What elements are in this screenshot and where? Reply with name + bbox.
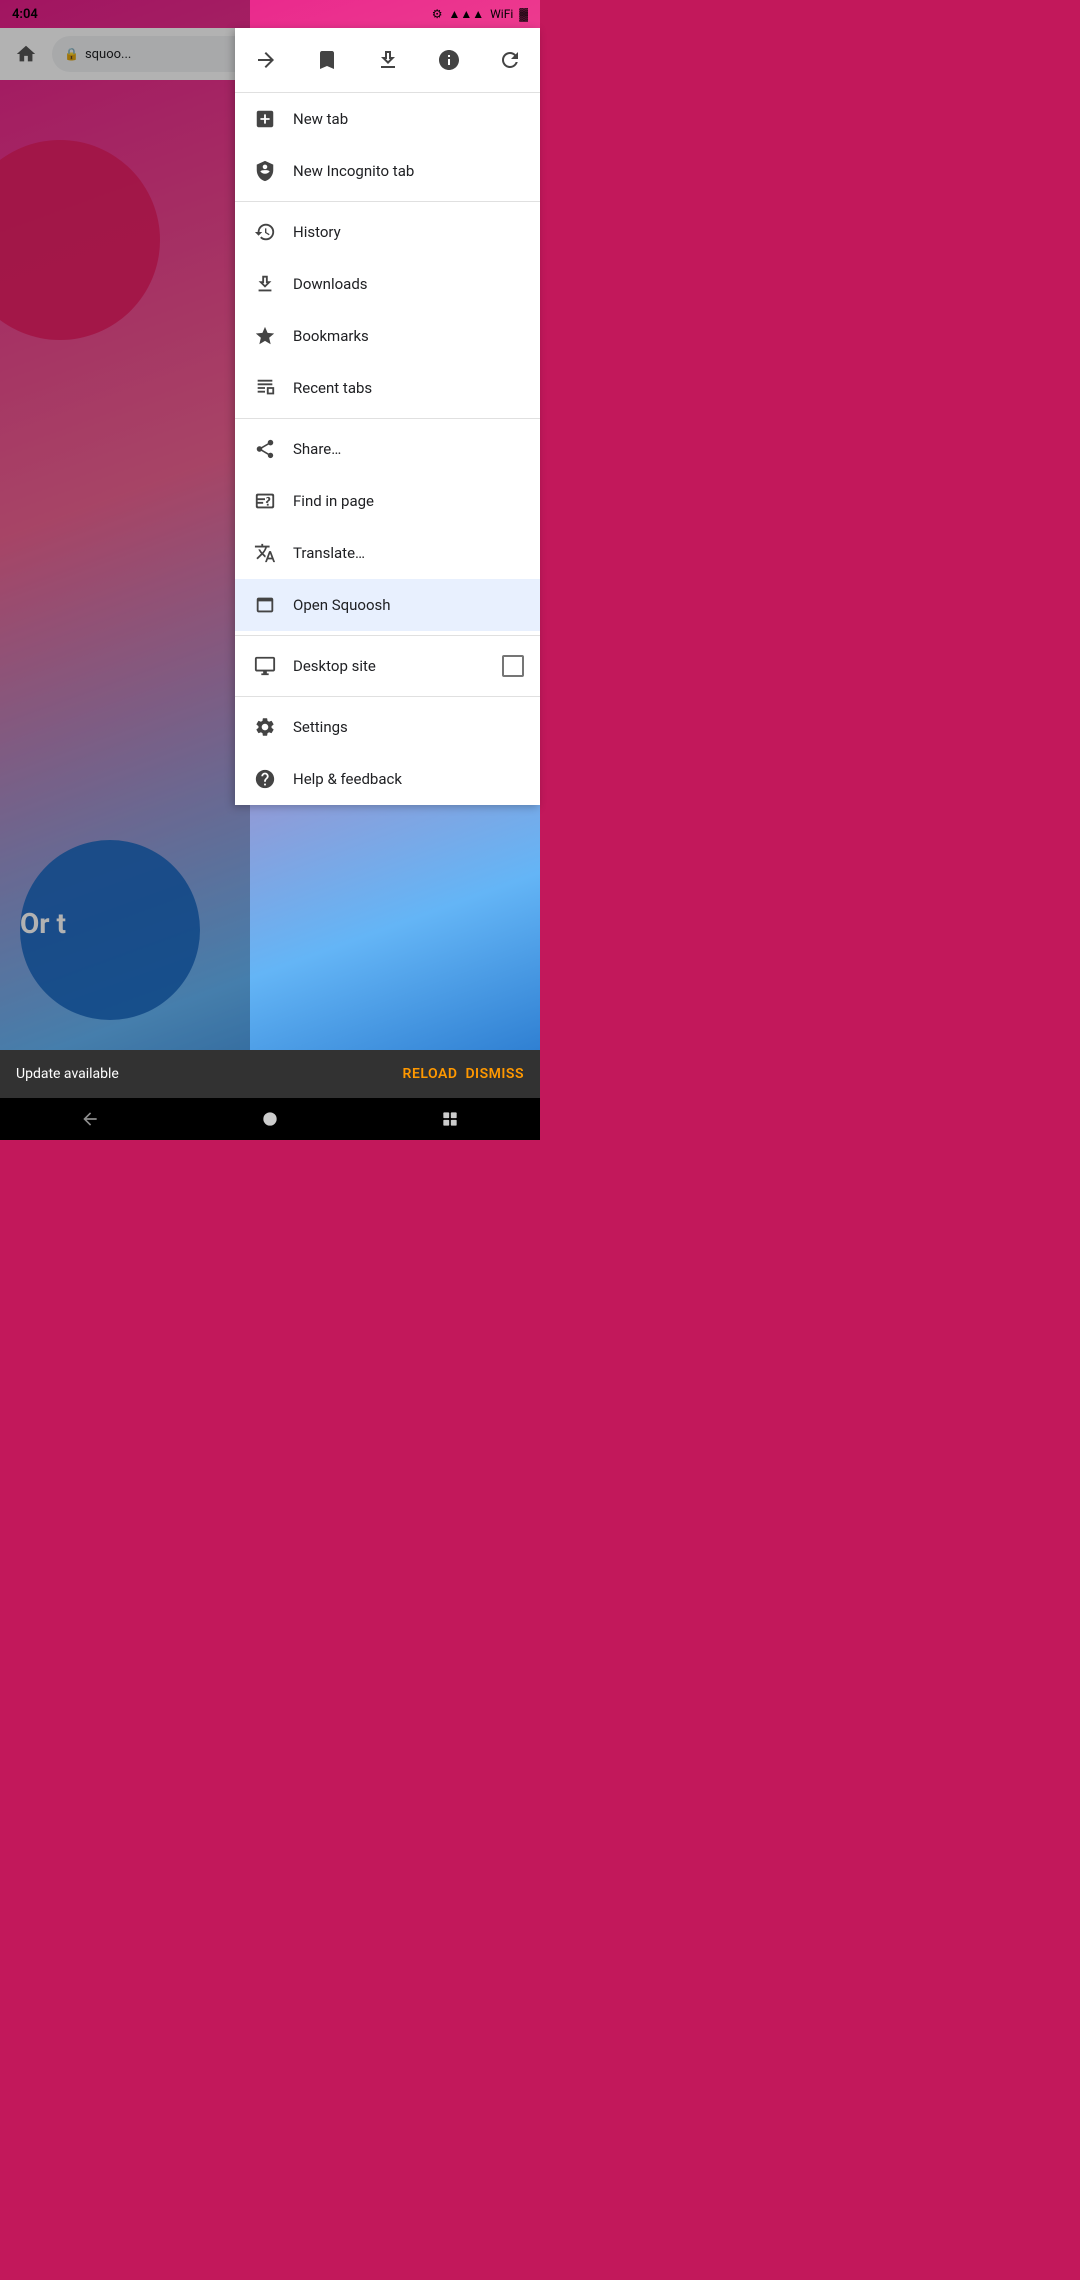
reload-button[interactable]: [488, 38, 532, 82]
recents-button[interactable]: [425, 1098, 475, 1140]
menu-item-recent-tabs[interactable]: Recent tabs: [235, 362, 540, 414]
menu-item-settings[interactable]: Settings: [235, 701, 540, 753]
menu-item-label-translate: Translate…: [293, 544, 524, 562]
share-icon: [251, 435, 279, 463]
incognito-icon: [251, 157, 279, 185]
new-tab-icon: [251, 105, 279, 133]
menu-item-label-history: History: [293, 223, 524, 241]
menu-overlay[interactable]: [0, 0, 250, 1140]
menu-divider: [235, 696, 540, 697]
info-button[interactable]: [427, 38, 471, 82]
reload-button-update[interactable]: RELOAD: [403, 1066, 458, 1082]
menu-item-label-find-in-page: Find in page: [293, 492, 524, 510]
menu-item-label-open-squoosh: Open Squoosh: [293, 596, 524, 614]
downloads-icon: [251, 270, 279, 298]
bookmarks-icon: [251, 322, 279, 350]
menu-panel: New tab New Incognito tab History Downloads…: [235, 28, 540, 805]
download-button[interactable]: [366, 38, 410, 82]
menu-item-translate[interactable]: Translate…: [235, 527, 540, 579]
menu-item-label-share: Share…: [293, 440, 524, 458]
open-squoosh-icon: [251, 591, 279, 619]
update-bar: Update available RELOAD DISMISS: [0, 1050, 540, 1098]
menu-item-label-help-feedback: Help & feedback: [293, 770, 524, 788]
home-nav-button[interactable]: [245, 1098, 295, 1140]
menu-item-find-in-page[interactable]: Find in page: [235, 475, 540, 527]
menu-item-label-new-incognito-tab: New Incognito tab: [293, 162, 524, 180]
menu-item-label-downloads: Downloads: [293, 275, 524, 293]
desktop-site-checkbox[interactable]: [502, 655, 524, 677]
menu-item-history[interactable]: History: [235, 206, 540, 258]
forward-button[interactable]: [244, 38, 288, 82]
menu-item-downloads[interactable]: Downloads: [235, 258, 540, 310]
desktop-site-icon: [251, 652, 279, 680]
find-in-page-icon: [251, 487, 279, 515]
menu-divider: [235, 635, 540, 636]
battery-icon: ▓: [519, 7, 528, 21]
menu-item-label-new-tab: New tab: [293, 110, 524, 128]
wifi-icon: WiFi: [490, 7, 513, 21]
status-icons: ⚙ ▲▲▲ WiFi ▓: [432, 7, 528, 21]
menu-toolbar: [235, 28, 540, 93]
dismiss-button[interactable]: DISMISS: [465, 1066, 524, 1082]
recent-tabs-icon: [251, 374, 279, 402]
menu-divider: [235, 418, 540, 419]
menu-item-share[interactable]: Share…: [235, 423, 540, 475]
menu-item-desktop-site[interactable]: Desktop site: [235, 640, 540, 692]
update-message: Update available: [16, 1066, 387, 1082]
menu-item-new-tab[interactable]: New tab: [235, 93, 540, 145]
history-icon: [251, 218, 279, 246]
bookmark-button[interactable]: [305, 38, 349, 82]
menu-item-label-recent-tabs: Recent tabs: [293, 379, 524, 397]
menu-item-label-desktop-site: Desktop site: [293, 657, 502, 675]
menu-items-container: New tab New Incognito tab History Downloads…: [235, 93, 540, 805]
translate-icon: [251, 539, 279, 567]
menu-item-open-squoosh[interactable]: Open Squoosh: [235, 579, 540, 631]
signal-icon: ▲▲▲: [448, 7, 484, 21]
menu-item-help-feedback[interactable]: Help & feedback: [235, 753, 540, 805]
settings-icon: [251, 713, 279, 741]
menu-item-label-settings: Settings: [293, 718, 524, 736]
menu-item-new-incognito-tab[interactable]: New Incognito tab: [235, 145, 540, 197]
help-icon: [251, 765, 279, 793]
notification-icon: ⚙: [432, 7, 443, 21]
menu-item-label-bookmarks: Bookmarks: [293, 327, 524, 345]
menu-item-bookmarks[interactable]: Bookmarks: [235, 310, 540, 362]
menu-divider: [235, 201, 540, 202]
